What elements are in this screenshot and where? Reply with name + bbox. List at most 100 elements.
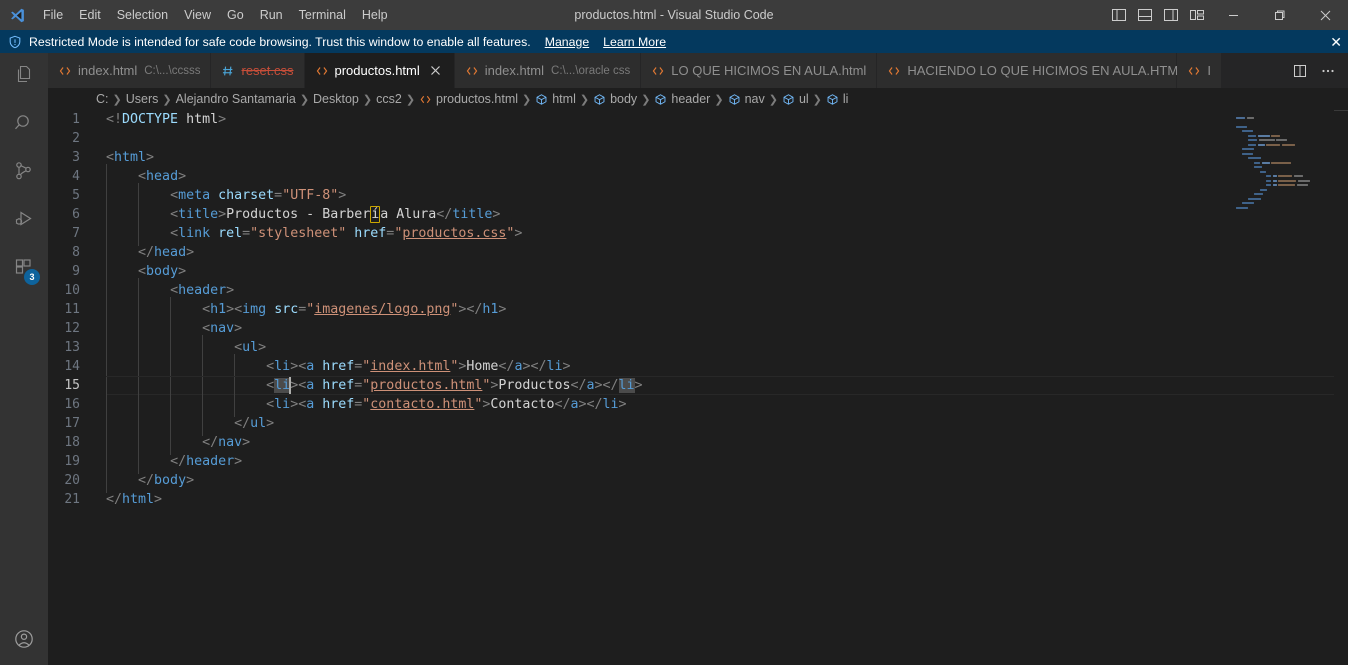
breadcrumb-item-drive[interactable]: C:	[96, 92, 109, 106]
code-line[interactable]: 2	[48, 129, 1348, 148]
code-line[interactable]: 13 <ul>	[48, 335, 1348, 360]
line-content: <body>	[94, 259, 186, 284]
html-file-icon	[419, 93, 432, 106]
more-actions-button[interactable]	[1314, 57, 1342, 85]
activity-bar: 3	[0, 53, 48, 665]
code-line[interactable]: 19 </header>	[48, 449, 1348, 474]
code-line[interactable]: 20 </body>	[48, 468, 1348, 493]
code-line[interactable]: 21 </html>	[48, 490, 1348, 509]
extensions-badge: 3	[24, 269, 40, 285]
breadcrumb-item-li[interactable]: li	[826, 92, 848, 106]
breadcrumb-item-desktop[interactable]: Desktop	[313, 92, 359, 106]
maximize-button[interactable]	[1256, 0, 1302, 30]
menu-help[interactable]: Help	[354, 0, 396, 30]
code-line[interactable]: 10 <header>	[48, 278, 1348, 303]
breadcrumb-label: ccs2	[376, 92, 402, 106]
close-icon[interactable]: ✕	[1330, 35, 1342, 49]
code-line[interactable]: 12 <nav>	[48, 316, 1348, 341]
breadcrumb-item-body[interactable]: body	[593, 92, 637, 106]
learn-more-link[interactable]: Learn More	[603, 35, 666, 49]
code-line[interactable]: 7 <link rel="stylesheet" href="productos…	[48, 221, 1348, 246]
minimize-button[interactable]	[1210, 0, 1256, 30]
file-link[interactable]: imagenes/logo.png	[314, 302, 450, 317]
menu-view[interactable]: View	[176, 0, 219, 30]
panel-right-icon[interactable]	[1158, 0, 1184, 30]
code-line[interactable]: 4 <head>	[48, 164, 1348, 189]
overview-ruler[interactable]	[1334, 110, 1348, 665]
sidebar-item-explorer[interactable]	[0, 53, 48, 101]
breadcrumb-item-user[interactable]: Alejandro Santamaria	[176, 92, 296, 106]
code-line[interactable]: 18 </nav>	[48, 430, 1348, 455]
banner-message: Restricted Mode is intended for safe cod…	[29, 34, 531, 49]
line-content: </ul>	[94, 411, 274, 436]
line-content: <li><a href="productos.html">Productos</…	[94, 373, 643, 398]
menu-run[interactable]: Run	[252, 0, 291, 30]
html-file-icon	[887, 64, 901, 78]
menu-terminal[interactable]: Terminal	[291, 0, 354, 30]
line-content: <li><a href="index.html">Home</a></li>	[94, 354, 571, 379]
sidebar-item-extensions[interactable]: 3	[0, 245, 48, 293]
code-line-active[interactable]: 15 <li><a href="productos.html">Producto…	[48, 373, 1348, 398]
panel-left-icon[interactable]	[1106, 0, 1132, 30]
line-number: 17	[64, 416, 80, 431]
code-line[interactable]: 8 </head>	[48, 240, 1348, 265]
tab-haciendo-lo-que-hicimos-en-aula-html[interactable]: HACIENDO LO QUE HICIMOS EN AULA.HTML	[877, 53, 1185, 88]
code-lines[interactable]: 1 <!DOCTYPE html> 2 3 <html> 4 <head> 5 …	[48, 110, 1348, 665]
breadcrumb-item-users[interactable]: Users	[126, 92, 159, 106]
menu-file[interactable]: File	[35, 0, 71, 30]
sidebar-item-search[interactable]	[0, 101, 48, 149]
breadcrumb-item-ul[interactable]: ul	[782, 92, 809, 106]
line-content: </html>	[106, 492, 163, 507]
manage-link[interactable]: Manage	[545, 35, 589, 49]
matching-tag-highlight: li	[618, 378, 635, 393]
file-link[interactable]: productos.html	[370, 378, 482, 393]
menu-go[interactable]: Go	[219, 0, 252, 30]
sidebar-item-run-debug[interactable]	[0, 197, 48, 245]
code-line[interactable]: 5 <meta charset="UTF-8">	[48, 183, 1348, 208]
unicode-highlight: í	[370, 206, 381, 223]
close-button[interactable]	[1302, 0, 1348, 30]
breadcrumb-item-nav[interactable]: nav	[728, 92, 765, 106]
chevron-right-icon: ❯	[812, 93, 822, 106]
breadcrumb-item-html[interactable]: html	[535, 92, 576, 106]
html-file-icon	[58, 64, 72, 78]
ruler-top-marker	[1334, 110, 1348, 111]
code-line[interactable]: 9 <body>	[48, 259, 1348, 284]
close-icon[interactable]	[428, 63, 444, 79]
code-line[interactable]: 1 <!DOCTYPE html>	[48, 110, 1348, 129]
accounts-button[interactable]	[0, 617, 48, 665]
chevron-right-icon: ❯	[405, 93, 416, 106]
breadcrumb-item-ccs2[interactable]: ccs2	[376, 92, 402, 106]
file-link[interactable]: index.html	[370, 359, 450, 374]
code-line[interactable]: 3 <html>	[48, 148, 1348, 167]
split-editor-button[interactable]	[1286, 57, 1314, 85]
symbol-field-icon	[593, 93, 606, 106]
breadcrumb-item-header[interactable]: header	[654, 92, 710, 106]
line-content: <header>	[94, 278, 234, 303]
code-line[interactable]: 16 <li><a href="contacto.html">Contacto<…	[48, 392, 1348, 417]
code-line[interactable]: 11 <h1><img src="imagenes/logo.png"></h1…	[48, 297, 1348, 322]
panel-bottom-icon[interactable]	[1132, 0, 1158, 30]
sidebar-item-source-control[interactable]	[0, 149, 48, 197]
code-line[interactable]: 17 </ul>	[48, 411, 1348, 436]
code-line[interactable]: 14 <li><a href="index.html">Home</a></li…	[48, 354, 1348, 379]
file-link[interactable]: productos.css	[402, 226, 506, 241]
line-content: <li><a href="contacto.html">Contacto</a>…	[94, 392, 627, 417]
line-number: 13	[64, 340, 80, 355]
tab-partial[interactable]: I	[1177, 53, 1222, 88]
tab-label: reset.css	[241, 63, 294, 78]
tab-index-html-ccsss[interactable]: index.html C:\...\ccsss	[48, 53, 212, 88]
code-line[interactable]: 6 <title>Productos - Barbería Alura</tit…	[48, 202, 1348, 227]
tab-reset-css[interactable]: reset.css	[211, 53, 305, 88]
tab-index-html-oracle-css[interactable]: index.html C:\...\oracle css	[454, 53, 642, 88]
code-editor[interactable]: 1 <!DOCTYPE html> 2 3 <html> 4 <head> 5 …	[48, 110, 1348, 665]
file-link[interactable]: contacto.html	[370, 397, 474, 412]
menu-edit[interactable]: Edit	[71, 0, 109, 30]
breadcrumb-item-file[interactable]: productos.html	[419, 92, 518, 106]
menu-selection[interactable]: Selection	[109, 0, 176, 30]
line-content: </body>	[94, 468, 194, 493]
line-number: 15	[64, 378, 80, 393]
layout-icon[interactable]	[1184, 0, 1210, 30]
tab-lo-que-hicimos-en-aula-html[interactable]: LO QUE HICIMOS EN AULA.html	[641, 53, 878, 88]
tab-productos-html[interactable]: productos.html	[304, 53, 455, 88]
